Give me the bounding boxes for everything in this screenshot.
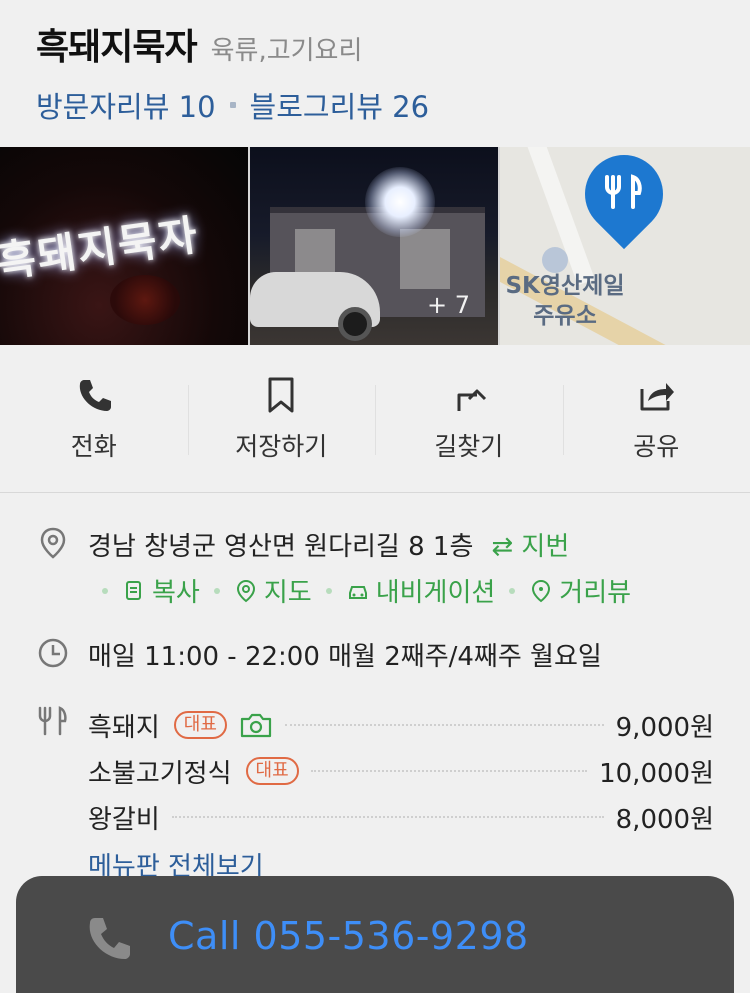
map-label-line: SK영산제일 — [505, 273, 625, 299]
menu-list: 흑돼지 대표 9,000원 소불고기정식 대표 10,000원 왕갈비 8,00… — [88, 702, 714, 840]
call-action-sheet[interactable]: Call 055-536-9298 — [16, 876, 734, 993]
streetview-link[interactable]: 거리뷰 — [529, 572, 631, 609]
photo-car-wheel — [338, 307, 372, 341]
streetview-label: 거리뷰 — [559, 578, 632, 608]
map-pin-icon — [236, 579, 255, 602]
menu-item[interactable]: 소불고기정식 대표 10,000원 — [88, 748, 714, 794]
menu-name: 왕갈비 — [88, 804, 160, 835]
separator-dot — [325, 587, 332, 594]
clock-icon — [38, 638, 68, 668]
menu-price: 8,000원 — [615, 804, 714, 835]
separator-dot — [213, 587, 220, 594]
place-name: 흑돼지묵자 — [36, 27, 198, 68]
gas-station-icon — [542, 247, 568, 273]
photo-window — [400, 229, 450, 289]
car-icon — [348, 585, 367, 599]
call-number-button[interactable]: Call 055-536-9298 — [168, 914, 529, 958]
place-category: 육류,고기요리 — [210, 36, 363, 66]
streetview-pin-icon — [532, 579, 551, 602]
menu-price: 9,000원 — [615, 712, 714, 743]
directions-button[interactable]: 길찾기 — [375, 345, 563, 492]
share-button[interactable]: 공유 — [562, 345, 750, 492]
copy-address-link[interactable]: 복사 — [122, 572, 200, 609]
map-link[interactable]: 지도 — [234, 572, 312, 609]
review-links: 방문자리뷰 10 블로그리뷰 26 — [36, 84, 730, 126]
action-label: 공유 — [633, 431, 680, 461]
blog-review-link[interactable]: 블로그리뷰 26 — [250, 84, 430, 126]
directions-icon — [457, 389, 486, 411]
action-label: 전화 — [70, 431, 117, 461]
separator-dot — [509, 587, 516, 594]
photo-strip: 흑돼지묵자 + 7 SK영산제일 주유소 — [0, 147, 750, 345]
signature-badge: 대표 — [173, 711, 227, 739]
photo-sign-text: 흑돼지묵자 — [0, 210, 203, 287]
menu-name: 소불고기정식 — [88, 758, 232, 789]
call-button[interactable]: 전화 — [0, 345, 188, 492]
place-header: 흑돼지묵자 육류,고기요리 방문자리뷰 10 블로그리뷰 26 — [36, 18, 730, 126]
location-pin-icon — [40, 527, 66, 559]
phone-icon — [79, 379, 111, 411]
photo-light-glow — [365, 167, 435, 237]
save-button[interactable]: 저장하기 — [187, 345, 376, 492]
price-leader — [310, 770, 588, 772]
title-row: 흑돼지묵자 육류,고기요리 — [36, 18, 730, 70]
action-bar: 전화 저장하기 길찾기 공유 — [0, 345, 750, 493]
menu-name: 흑돼지 — [88, 712, 160, 743]
price-leader — [171, 816, 604, 818]
map-label-line: 주유소 — [533, 303, 597, 329]
map-label: 지도 — [263, 578, 312, 608]
copy-icon — [126, 580, 141, 600]
navigation-link[interactable]: 내비게이션 — [346, 572, 496, 609]
phone-icon — [89, 918, 130, 959]
address-row: 경남 창녕군 영산면 원다리길 8 1층 ⇄ 지번 — [36, 526, 714, 563]
bookmark-icon — [268, 377, 294, 412]
fork-knife-icon — [38, 706, 67, 736]
menu-price: 10,000원 — [599, 758, 714, 789]
menu-item[interactable]: 흑돼지 대표 9,000원 — [88, 702, 714, 748]
photo-storefront-sign[interactable]: 흑돼지묵자 — [0, 147, 248, 345]
camera-icon[interactable] — [239, 712, 273, 738]
address-text: 경남 창녕군 영산면 원다리길 8 1층 — [88, 532, 474, 562]
address-actions: 복사 지도 내비게이션 거리뷰 — [88, 572, 631, 609]
signature-badge: 대표 — [245, 757, 299, 785]
action-label: 길찾기 — [434, 431, 504, 461]
menu-item[interactable]: 왕갈비 8,000원 — [88, 794, 714, 840]
separator-dot — [102, 587, 108, 594]
map-poi-label: SK영산제일 주유소 — [500, 271, 630, 331]
photo-lamp — [110, 275, 180, 325]
fork-knife-icon — [603, 171, 645, 221]
copy-label: 복사 — [152, 578, 200, 608]
hours-row: 매일 11:00 - 22:00 매월 2째주/4째주 월요일 — [36, 636, 714, 673]
hours-text: 매일 11:00 - 22:00 매월 2째주/4째주 월요일 — [88, 642, 602, 672]
separator-dot — [229, 102, 236, 108]
share-icon — [640, 382, 675, 410]
place-info: 경남 창녕군 영산면 원다리길 8 1층 ⇄ 지번 복사 지도 내비게이션 거리… — [0, 494, 750, 934]
visitor-review-link[interactable]: 방문자리뷰 10 — [36, 84, 216, 126]
price-leader — [284, 724, 604, 726]
place-detail-page: 흑돼지묵자 육류,고기요리 방문자리뷰 10 블로그리뷰 26 흑돼지묵자 + … — [0, 0, 750, 993]
lot-number-toggle[interactable]: ⇄ 지번 — [491, 526, 569, 563]
map-thumbnail[interactable]: SK영산제일 주유소 — [500, 147, 750, 345]
navigation-label: 내비게이션 — [375, 578, 496, 608]
more-photos-count: + 7 — [426, 291, 470, 319]
action-label: 저장하기 — [235, 431, 328, 461]
photo-storefront-night[interactable]: + 7 — [250, 147, 498, 345]
